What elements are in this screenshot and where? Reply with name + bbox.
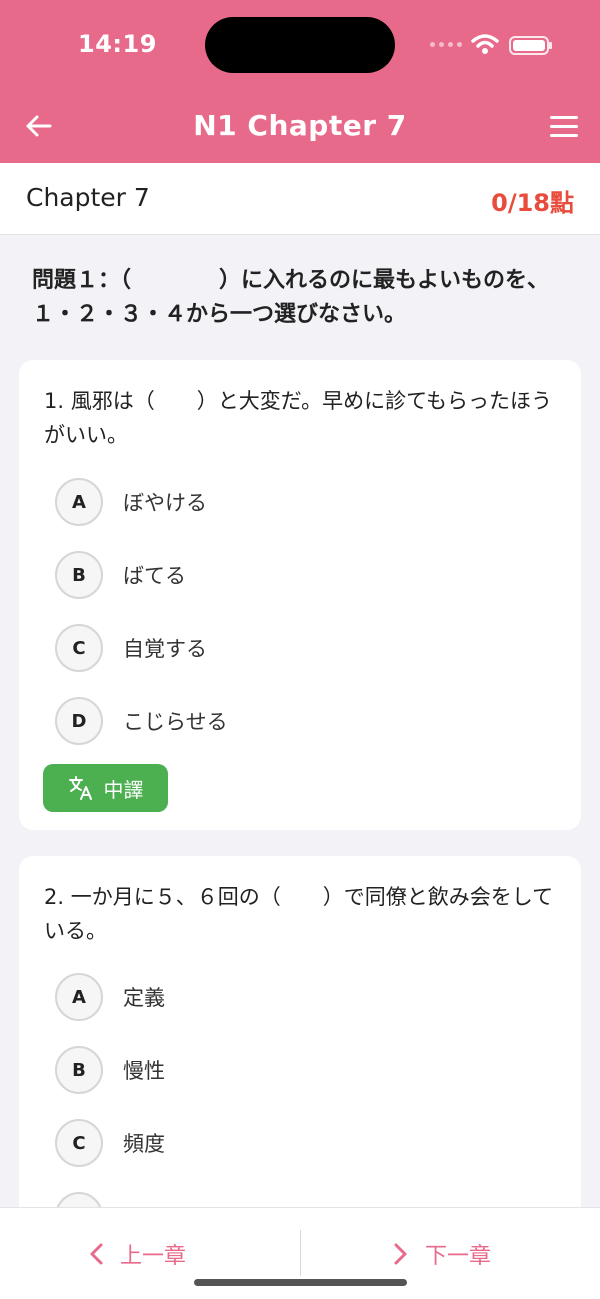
chevron-left-icon [90,1243,103,1265]
option-b[interactable]: B 慢性 [55,1046,165,1094]
status-time: 14:19 [78,30,157,58]
option-a[interactable]: A 定義 [55,973,165,1021]
option-d[interactable]: D こじらせる [55,697,228,745]
question-text: 1. 風邪は（ ）と大変だ。早めに診てもらったほうがいい。 [44,389,553,447]
option-text: こじらせる [123,710,228,734]
app-header: 14:19 N1 Chapter 7 [0,0,600,163]
instruction-text: 問題１：（ ）に入れるのに最もよいものを、１・２・３・４から一つ選びなさい。 [32,268,550,327]
chapter-score: 0/18點 [491,189,574,217]
translate-label: 中譯 [103,777,144,802]
option-letter: D [55,697,103,745]
chapter-name: Chapter 7 [26,183,150,212]
option-letter: C [55,624,103,672]
next-chapter-label: 下一章 [425,1244,492,1269]
option-letter: A [55,973,103,1021]
menu-button[interactable] [546,110,582,142]
question-card: 1. 風邪は（ ）と大変だ。早めに診てもらったほうがいい。 A ぼやける B ば… [19,360,581,830]
option-c[interactable]: C 頻度 [55,1119,165,1167]
dynamic-island [205,17,395,73]
option-letter: C [55,1119,103,1167]
prev-chapter-label: 上一章 [120,1244,187,1269]
app-screen: 14:19 N1 Chapter 7 Chapter 7 0/18點 問題１：（… [0,0,600,1299]
chevron-right-icon [394,1243,407,1265]
option-b[interactable]: B ばてる [55,551,186,599]
option-a[interactable]: A ぼやける [55,478,207,526]
question-text: 2. 一か月に５、６回の（ ）で同僚と飲み会をしている。 [44,885,554,943]
option-letter: B [55,551,103,599]
next-chapter-button[interactable]: 下一章 [393,1234,491,1274]
option-text: ぼやける [123,491,207,515]
wifi-icon [471,34,499,54]
translate-button[interactable]: 中譯 [43,764,168,812]
cellular-signal-icon [430,42,462,47]
option-letter: A [55,478,103,526]
option-c[interactable]: C 自覚する [55,624,207,672]
option-text: 慢性 [123,1059,165,1083]
battery-icon [509,36,552,55]
nav-divider [300,1230,301,1276]
page-title: N1 Chapter 7 [193,109,407,142]
option-text: ばてる [123,564,186,588]
chapter-bar: Chapter 7 0/18點 [0,163,600,235]
option-text: 頻度 [123,1132,165,1156]
hamburger-menu-icon [550,116,578,119]
option-text: 自覚する [123,637,207,661]
option-text: 定義 [123,986,165,1010]
home-indicator[interactable] [194,1279,407,1286]
option-letter: B [55,1046,103,1094]
translate-icon [68,776,92,800]
prev-chapter-button[interactable]: 上一章 [88,1234,186,1274]
